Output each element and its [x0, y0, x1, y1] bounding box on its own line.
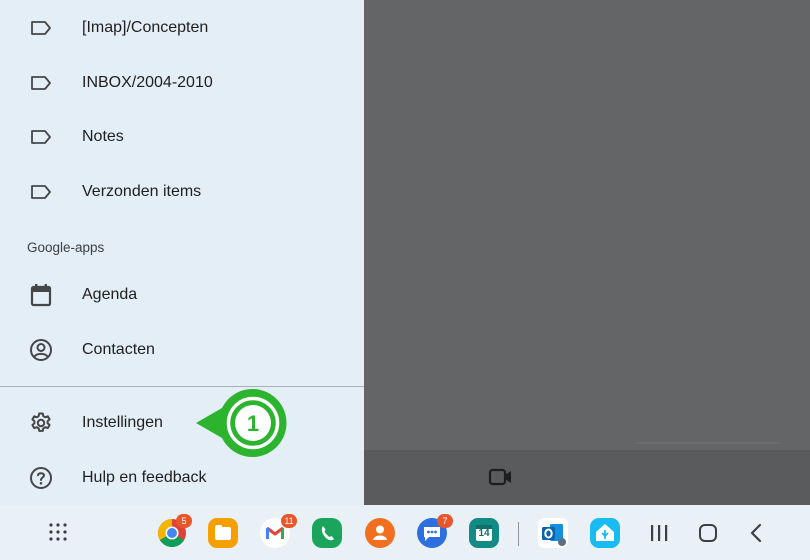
help-feedback-label: Hulp en feedback	[82, 469, 207, 486]
contacts-app-icon[interactable]	[365, 518, 395, 548]
video-camera-icon[interactable]	[488, 467, 514, 492]
phone-app-icon[interactable]	[312, 518, 342, 548]
folder-label: Notes	[82, 128, 124, 145]
label-icon	[28, 179, 54, 205]
gear-icon	[28, 410, 54, 436]
scrim-handle-line	[636, 442, 780, 444]
settings-item[interactable]: Instellingen	[0, 396, 364, 450]
folder-item-concepten[interactable]: [Imap]/Concepten	[0, 1, 364, 55]
back-button[interactable]	[748, 523, 764, 548]
home-assistant-app-icon[interactable]	[590, 518, 620, 548]
scrim-bottom-bar	[364, 450, 810, 505]
callout-number: 1	[247, 411, 259, 436]
folder-label: [Imap]/Concepten	[82, 19, 209, 36]
folder-item-inbox-2004-2010[interactable]: INBOX/2004-2010	[0, 56, 364, 110]
divider	[0, 386, 364, 387]
taskbar-separator	[518, 522, 519, 546]
gmail-badge: 11	[281, 514, 297, 528]
folder-label: Verzonden items	[82, 183, 202, 200]
account-circle-icon	[28, 337, 54, 363]
app-drawer-icon[interactable]	[48, 522, 68, 547]
taskbar	[0, 505, 810, 560]
calendar-date: 14	[478, 528, 490, 539]
label-icon	[28, 70, 54, 96]
navigation-drawer: [Imap]/Concepten INBOX/2004-2010 Notes V…	[0, 0, 364, 505]
section-title-google-apps: Google-apps	[27, 240, 105, 255]
calendar-icon	[28, 282, 54, 308]
folder-item-notes[interactable]: Notes	[0, 110, 364, 164]
app-item-agenda[interactable]: Agenda	[0, 268, 364, 322]
app-item-contacten[interactable]: Contacten	[0, 323, 364, 377]
callout-marker: 1	[196, 386, 292, 465]
help-feedback-item[interactable]: Hulp en feedback	[0, 451, 364, 505]
messages-badge: 7	[437, 514, 453, 528]
app-label: Contacten	[82, 341, 155, 358]
label-icon	[28, 124, 54, 150]
help-icon	[28, 465, 54, 491]
scrim-overlay[interactable]	[364, 0, 810, 505]
label-icon	[28, 15, 54, 41]
app-label: Agenda	[82, 286, 138, 303]
home-button[interactable]	[698, 523, 718, 548]
files-app-icon[interactable]	[208, 518, 238, 548]
recent-apps-button[interactable]	[650, 524, 668, 547]
folder-label: INBOX/2004-2010	[82, 74, 213, 91]
calendar-app-icon[interactable]: 14	[469, 518, 499, 548]
folder-item-verzonden-items[interactable]: Verzonden items	[0, 165, 364, 219]
outlook-app-icon[interactable]	[538, 518, 568, 548]
settings-label: Instellingen	[82, 414, 163, 431]
chrome-badge: 5	[176, 514, 192, 528]
